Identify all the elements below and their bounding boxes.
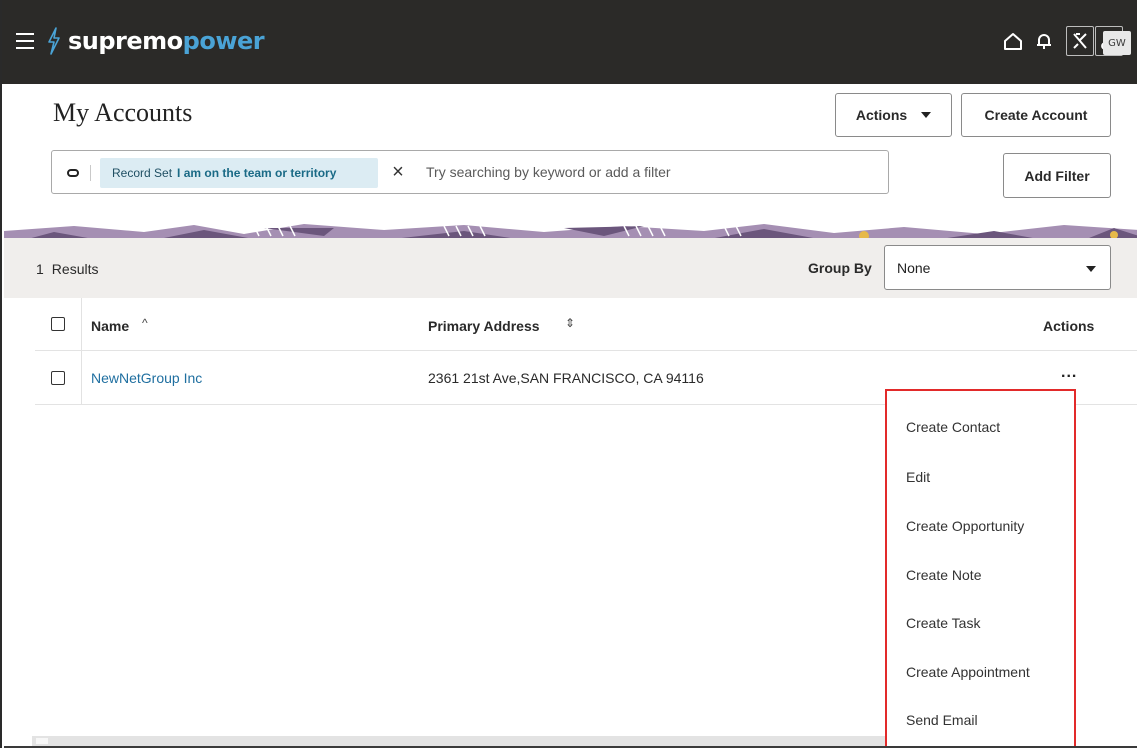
row-divider — [35, 350, 1137, 351]
row-checkbox[interactable] — [51, 371, 65, 385]
tool-icon[interactable] — [1066, 26, 1094, 56]
menu-item-edit[interactable]: Edit — [906, 469, 930, 485]
group-by-select[interactable]: None — [884, 245, 1111, 290]
menu-item-create-appointment[interactable]: Create Appointment — [906, 664, 1030, 680]
results-label: Results — [51, 261, 99, 277]
hamburger-icon[interactable] — [16, 33, 34, 49]
results-number: 1 — [36, 261, 44, 277]
create-account-button[interactable]: Create Account — [961, 93, 1111, 137]
brand-name-part2: power — [182, 27, 265, 55]
home-icon[interactable] — [1002, 30, 1024, 52]
account-name-link[interactable]: NewNetGroup Inc — [91, 370, 202, 386]
brand-logo[interactable]: supremo power — [46, 26, 265, 56]
avatar[interactable]: GW — [1103, 31, 1131, 55]
actions-button[interactable]: Actions — [835, 93, 952, 137]
bolt-icon — [48, 27, 60, 55]
column-header-address[interactable]: Primary Address — [428, 318, 540, 334]
search-input[interactable]: Try searching by keyword or add a filter — [426, 164, 671, 180]
chip-value: I am on the team or territory — [177, 166, 337, 180]
close-icon[interactable]: × — [387, 162, 409, 184]
menu-item-create-opportunity[interactable]: Create Opportunity — [906, 518, 1024, 534]
toggle-icon[interactable] — [67, 169, 79, 177]
results-count: 1 Results — [36, 261, 98, 277]
column-divider — [81, 298, 82, 405]
group-by-label: Group By — [808, 260, 872, 276]
chip-label: Record Set — [112, 166, 173, 180]
menu-item-create-note[interactable]: Create Note — [906, 567, 981, 583]
bell-icon[interactable] — [1033, 30, 1055, 52]
add-filter-button[interactable]: Add Filter — [1003, 153, 1111, 198]
page-title: My Accounts — [53, 98, 193, 127]
divider — [90, 165, 91, 181]
horizontal-scrollbar[interactable] — [32, 736, 885, 746]
search-bar[interactable]: Record Set I am on the team or territory… — [51, 150, 889, 194]
app-frame: supremo power GW My Accounts Actions Cre… — [0, 0, 1137, 748]
chevron-down-icon — [921, 112, 932, 118]
account-address: 2361 21st Ave,SAN FRANCISCO, CA 94116 — [428, 370, 704, 386]
record-set-chip[interactable]: Record Set I am on the team or territory — [100, 158, 378, 188]
select-all-checkbox[interactable] — [51, 317, 65, 331]
more-icon[interactable]: ... — [1061, 364, 1077, 382]
sort-icon[interactable]: ⇕ — [565, 316, 575, 330]
menu-item-send-email[interactable]: Send Email — [906, 712, 978, 728]
column-header-actions: Actions — [1043, 318, 1095, 334]
sort-up-icon[interactable]: ^ — [142, 316, 148, 330]
actions-button-label: Actions — [855, 107, 908, 123]
top-bar: supremo power GW — [2, 0, 1137, 84]
scrollbar-thumb[interactable] — [36, 738, 48, 744]
chevron-down-icon — [1086, 266, 1096, 272]
menu-item-create-contact[interactable]: Create Contact — [906, 419, 1000, 435]
group-by-value: None — [897, 260, 931, 276]
row-actions-menu: Create Contact Edit Create Opportunity C… — [885, 389, 1076, 748]
column-header-name[interactable]: Name — [91, 318, 129, 334]
menu-item-create-task[interactable]: Create Task — [906, 615, 980, 631]
brand-name-part1: supremo — [68, 27, 183, 55]
